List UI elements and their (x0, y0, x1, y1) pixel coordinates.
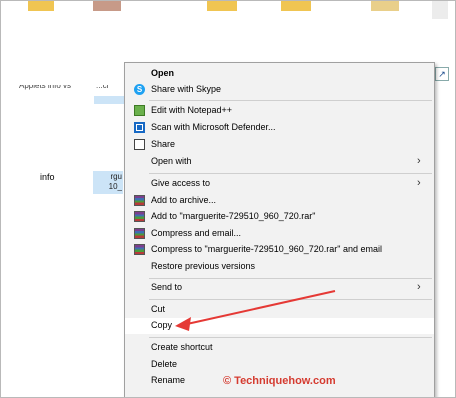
watermark: © Techniquehow.com (223, 375, 336, 387)
menu-item-label: Open (151, 68, 175, 78)
menu-item-delete[interactable]: Delete (125, 357, 434, 373)
menu-item-label: Compress and email... (151, 228, 242, 238)
menu-item-send-to[interactable]: Send to › (125, 280, 434, 296)
chevron-right-icon: › (417, 281, 421, 293)
file-label-line: 10_ (108, 182, 122, 191)
context-menu: Open S Share with Skype Edit with Notepa… (124, 62, 435, 397)
folder-label-info[interactable]: info (40, 172, 55, 182)
menu-item-label: Give access to (151, 178, 211, 188)
menu-item-label: Share (151, 139, 176, 149)
folder-thumbnail[interactable] (28, 1, 54, 11)
menu-item-restore-previous-versions[interactable]: Restore previous versions (125, 259, 434, 275)
notepad-plus-plus-icon (134, 105, 145, 116)
menu-item-label: Create shortcut (151, 342, 213, 352)
file-explorer-window: Applets info vs ...ci info rgu 10_ ↗ Ope… (0, 0, 456, 398)
menu-item-label: Edit with Notepad++ (151, 105, 233, 115)
menu-item-label: Rename (151, 375, 186, 385)
microsoft-defender-icon (134, 122, 145, 133)
menu-item-label: Send to (151, 282, 183, 292)
file-label: ...ci (96, 81, 109, 90)
folder-thumbnail[interactable] (281, 1, 311, 11)
menu-item-compress-to-rar-and-email[interactable]: Compress to "marguerite-729510_960_720.r… (125, 242, 434, 258)
image-thumbnail[interactable] (93, 1, 121, 11)
menu-item-label: Add to "marguerite-729510_960_720.rar" (151, 211, 316, 221)
menu-item-copy[interactable]: Copy (125, 318, 434, 334)
menu-item-give-access-to[interactable]: Give access to › (125, 176, 434, 192)
menu-item-label: Copy (151, 320, 173, 330)
share-icon (134, 139, 145, 150)
menu-separator (149, 100, 432, 101)
menu-item-create-shortcut[interactable]: Create shortcut (125, 340, 434, 356)
menu-item-compress-and-email[interactable]: Compress and email... (125, 226, 434, 242)
menu-item-cut[interactable]: Cut (125, 302, 434, 318)
menu-item-label: Cut (151, 304, 166, 314)
menu-item-label: Compress to "marguerite-729510_960_720.r… (151, 244, 383, 254)
menu-item-share-with-skype[interactable]: S Share with Skype (125, 82, 434, 98)
selection-highlight (94, 96, 124, 104)
winrar-icon (134, 211, 145, 222)
menu-item-scan-with-defender[interactable]: Scan with Microsoft Defender... (125, 120, 434, 136)
folder-thumbnail[interactable] (371, 1, 399, 11)
menu-item-open[interactable]: Open (125, 66, 434, 82)
winrar-icon (134, 195, 145, 206)
menu-item-label: Share with Skype (151, 84, 222, 94)
menu-item-label: Delete (151, 359, 178, 369)
folder-thumbnail[interactable] (207, 1, 237, 11)
menu-item-add-to-rar[interactable]: Add to "marguerite-729510_960_720.rar" (125, 209, 434, 225)
menu-item-open-with[interactable]: Open with › (125, 154, 434, 170)
file-label-line: rgu (110, 172, 122, 181)
menu-separator (149, 173, 432, 174)
menu-item-share[interactable]: Share (125, 137, 434, 153)
skype-icon: S (134, 84, 145, 95)
menu-item-label: Restore previous versions (151, 261, 256, 271)
menu-separator (149, 278, 432, 279)
file-label: Applets info vs (19, 81, 72, 90)
menu-separator (149, 337, 432, 338)
selected-file-label[interactable]: rgu 10_ (93, 171, 123, 194)
chevron-right-icon: › (417, 155, 421, 167)
winrar-icon (134, 228, 145, 239)
menu-item-add-to-archive[interactable]: Add to archive... (125, 193, 434, 209)
menu-separator (149, 299, 432, 300)
chevron-right-icon: › (417, 177, 421, 189)
file-thumbnail[interactable] (432, 1, 448, 19)
menu-item-label: Scan with Microsoft Defender... (151, 122, 276, 132)
menu-item-edit-with-notepad[interactable]: Edit with Notepad++ (125, 103, 434, 119)
winrar-icon (134, 244, 145, 255)
menu-item-label: Add to archive... (151, 195, 217, 205)
shortcut-arrow-icon[interactable]: ↗ (435, 67, 449, 81)
menu-item-label: Open with (151, 156, 192, 166)
